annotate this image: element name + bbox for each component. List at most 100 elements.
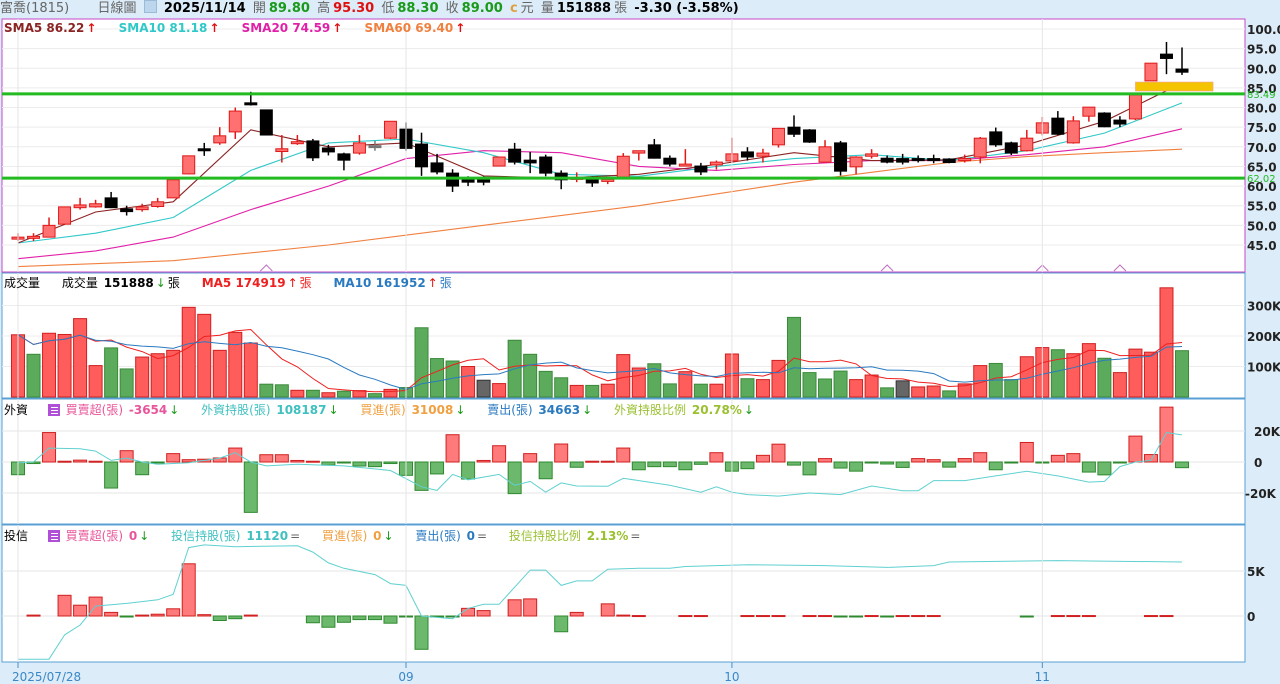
candle-body [182,155,196,175]
volume-bar [585,384,600,398]
foreign-net-bar [476,459,491,463]
candle-body [694,165,708,173]
candle-body [73,204,87,209]
volume-bar [57,333,72,398]
equal-icon: = [290,529,301,543]
foreign-net-bar [259,454,274,463]
stock-chart[interactable]: 2025/07/28091011100.095.090.085.080.075.… [0,0,1280,684]
foreign-net-bar [1097,461,1112,476]
down-arrow-icon: ↓ [582,403,593,417]
candle-body [849,156,863,168]
volume-bar [26,353,41,398]
candle-body [1175,68,1189,73]
candle-body [1004,142,1018,154]
candle-body [166,179,180,199]
foreign-net-bar [988,461,1003,471]
foreign-net-bar [1004,461,1019,464]
candle-body [120,208,134,213]
candle-body [1066,120,1080,144]
foreign-net-bar [461,461,476,480]
candle-body [523,159,537,164]
foreign-net-bar [383,461,398,465]
trust-ratio-label: 投信持股比例 [508,529,581,543]
candle [166,179,180,199]
trust-buy-value: 0 [373,529,382,543]
candle-body [927,158,941,162]
trust-net-label: 買賣超(張) [65,529,124,543]
volume-bar [476,379,491,398]
foreign-net-bar [243,461,258,513]
candle-body [58,206,72,225]
volume-tick-label: 200K [1247,330,1280,344]
volume-bar [755,379,770,398]
date-label: 10 [724,670,739,684]
foreign-ratio-value: 20.78% [691,403,742,417]
trust-net-bar [414,615,429,650]
up-arrow-icon: ↑ [332,21,343,35]
foreign-net-bar [864,461,879,464]
foreign-net-bar [662,461,677,468]
foreign-net-bar [647,461,662,468]
trust-net-bar [367,615,382,621]
foreign-net-bar [150,461,165,464]
down-arrow-icon: ↓ [328,403,339,417]
volume-bar [1128,348,1143,398]
foreign-net-bar [507,461,522,495]
candle-body [213,135,227,144]
vma10-label: MA10 161952 [333,276,426,290]
foreign-net-bar [849,461,864,472]
trust-sell-label: 賣出(張) [415,529,461,543]
volume-bar [554,377,569,398]
volume-bar [740,378,755,398]
candle-body [1051,117,1065,135]
volume-bar [1112,372,1127,398]
candle-body [896,158,910,163]
volume-tick-label: 300K [1247,300,1280,314]
foreign-buy-label: 買進(張) [360,403,406,417]
up-arrow-icon: ↑ [86,21,97,35]
candle-body [787,126,801,135]
candle-body [1113,119,1127,125]
foreign-net-bar [305,460,320,463]
foreign-net-bar [1128,435,1143,463]
foreign-net-bar [1159,406,1174,463]
volume-bar [709,383,724,398]
foreign-net-bar [973,452,988,463]
price-panel [1,18,1246,273]
foreign-net-bar [352,461,367,467]
date-label: 11 [1035,670,1050,684]
candle-body [27,235,41,239]
volume-bar [290,389,305,398]
price-tick-label: 95.0 [1247,43,1277,57]
foreign-net-bar [942,461,957,468]
down-arrow-icon: ↓ [169,403,180,417]
candle-body [803,129,817,143]
sma60-label: SMA60 69.40 [364,21,454,35]
foreign-net-bar [895,461,910,468]
list-icon[interactable] [47,530,60,542]
foreign-net-bar [135,461,150,476]
foreign-net-bar [771,443,786,463]
trust-net-bar [1050,615,1065,618]
volume-bar [166,349,181,398]
candle-body [632,150,646,154]
candle [539,154,553,177]
price-tick-label: 55.0 [1247,200,1277,214]
trust-net-bar [321,615,336,628]
foreign-net-bar [445,434,460,463]
trust-net-bar [802,615,817,618]
volume-bar [1159,287,1174,398]
candle [771,127,785,148]
foreign-net-bar [1066,453,1081,463]
foreign-net-bar [321,461,336,466]
list-icon[interactable] [47,404,60,416]
foreign-net-bar [554,443,569,463]
foreign-net-bar [569,461,584,468]
up-arrow-icon: ↑ [455,21,466,35]
trust-net-bar [818,615,833,618]
up-arrow-icon: ↑ [209,21,220,35]
volume-bar [802,372,817,398]
candle-body [709,161,723,166]
trust-net-bar [476,610,491,617]
candle-body [989,131,1003,146]
